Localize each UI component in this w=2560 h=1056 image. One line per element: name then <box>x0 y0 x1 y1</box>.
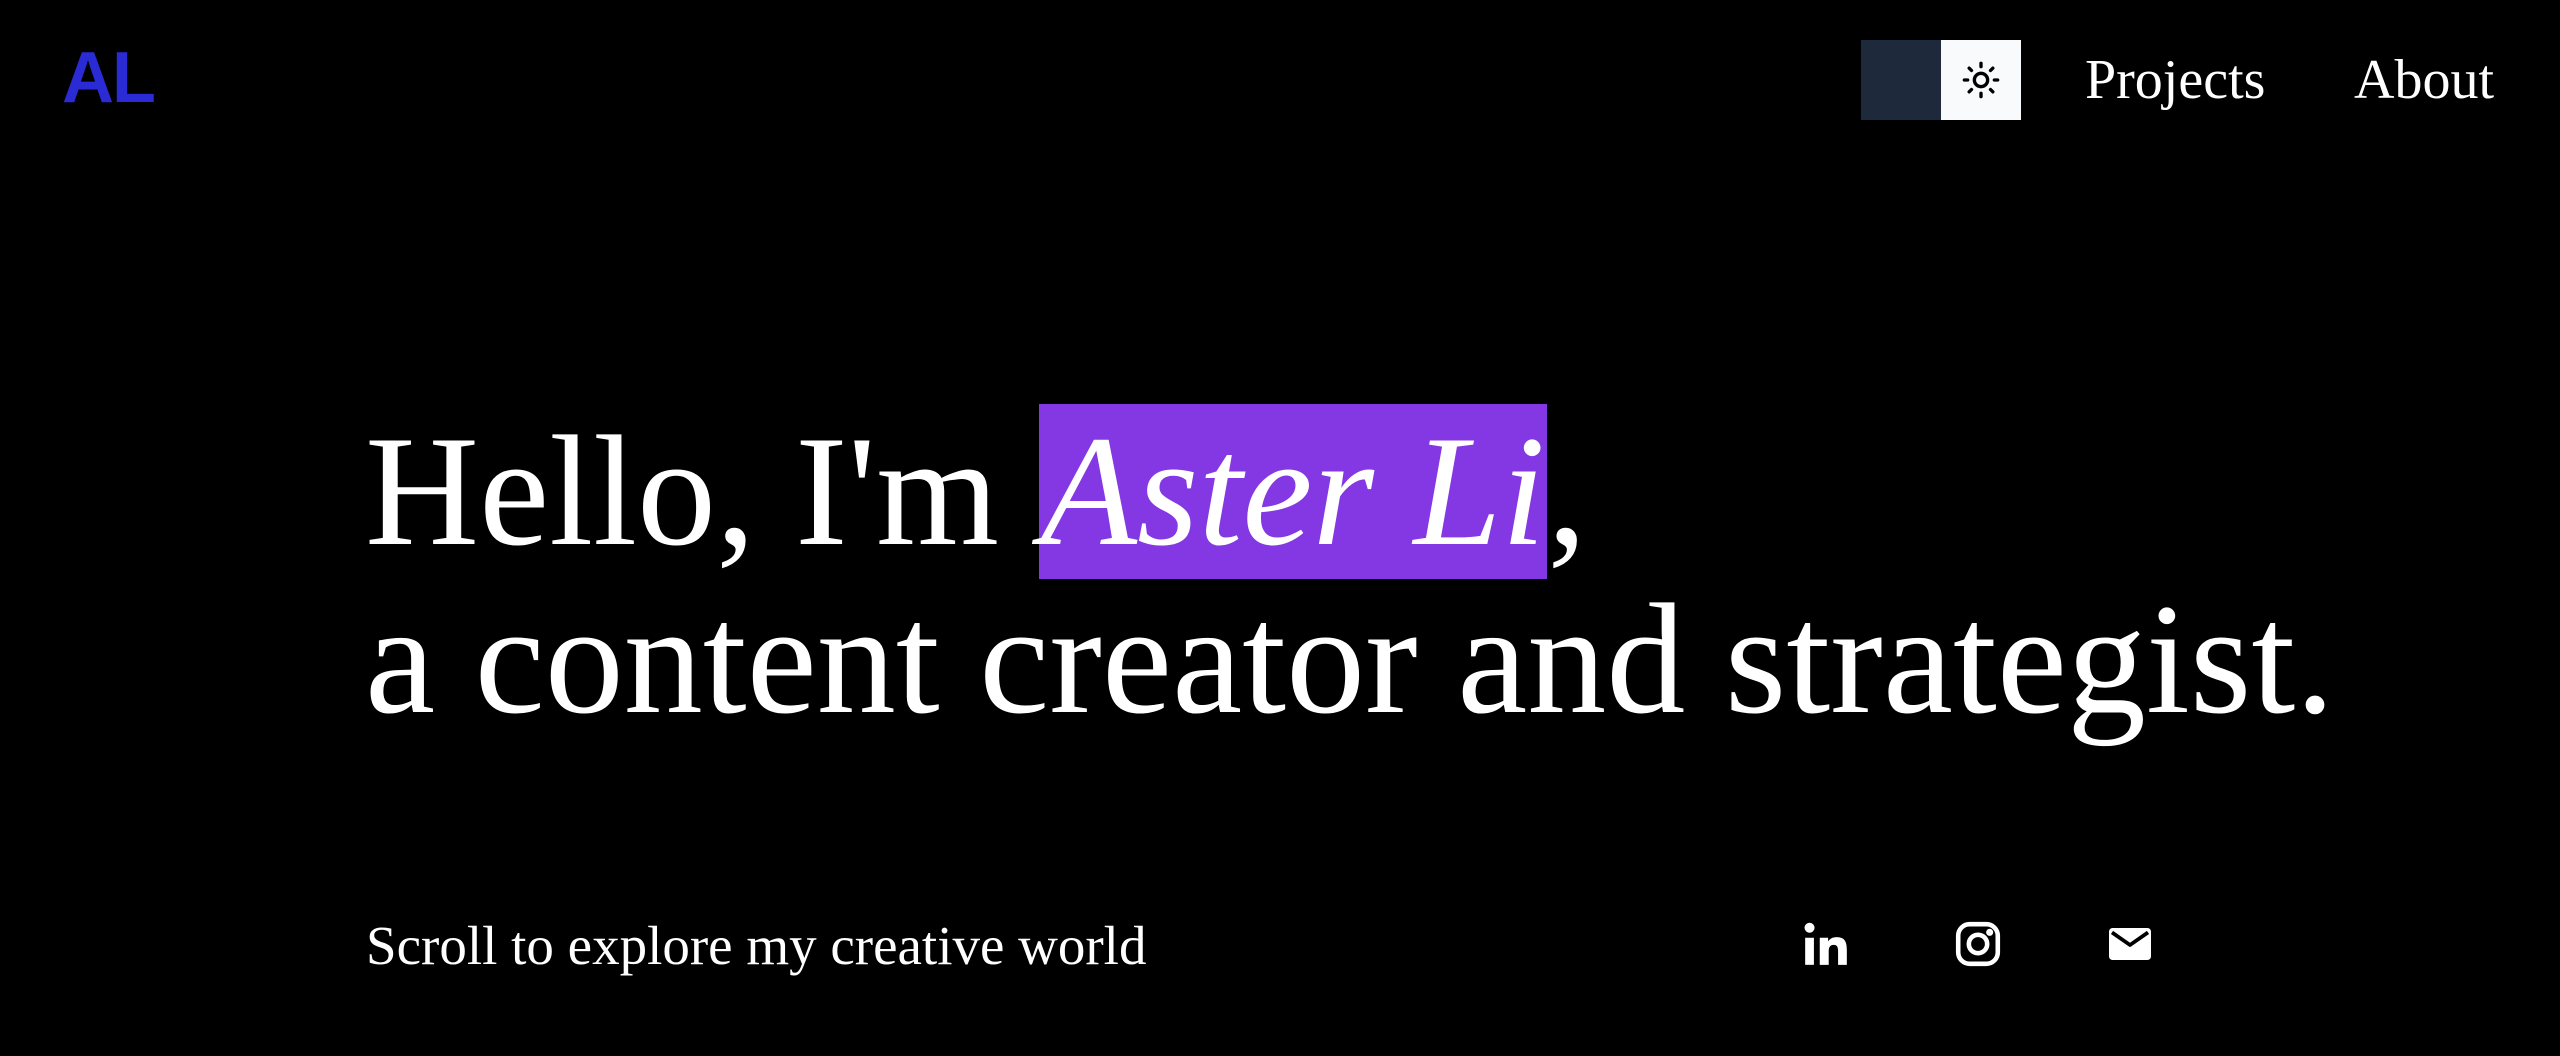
light-mode-option[interactable] <box>1941 40 2021 120</box>
sun-icon <box>1962 61 2000 99</box>
instagram-link[interactable] <box>1938 904 2018 984</box>
logo[interactable]: AL <box>62 38 156 118</box>
hero-headline: Hello, I'm Aster Li, a content creator an… <box>365 404 2335 747</box>
greeting-suffix: , <box>1547 404 1587 579</box>
dark-mode-option[interactable] <box>1861 40 1941 120</box>
nav-projects-link[interactable]: Projects <box>2085 40 2265 120</box>
instagram-icon <box>1955 921 2001 967</box>
hero-tagline: a content creator and strategist. <box>365 572 2335 747</box>
greeting-prefix: Hello, I'm <box>365 404 1039 579</box>
nav-about-link[interactable]: About <box>2354 40 2494 120</box>
linkedin-link[interactable] <box>1786 904 1866 984</box>
highlighted-name: Aster Li <box>1038 404 1548 579</box>
email-link[interactable] <box>2090 904 2170 984</box>
scroll-hint: Scroll to explore my creative world <box>366 915 1147 976</box>
theme-toggle[interactable] <box>1861 40 2021 120</box>
email-icon <box>2109 928 2151 960</box>
linkedin-icon <box>1804 922 1847 965</box>
